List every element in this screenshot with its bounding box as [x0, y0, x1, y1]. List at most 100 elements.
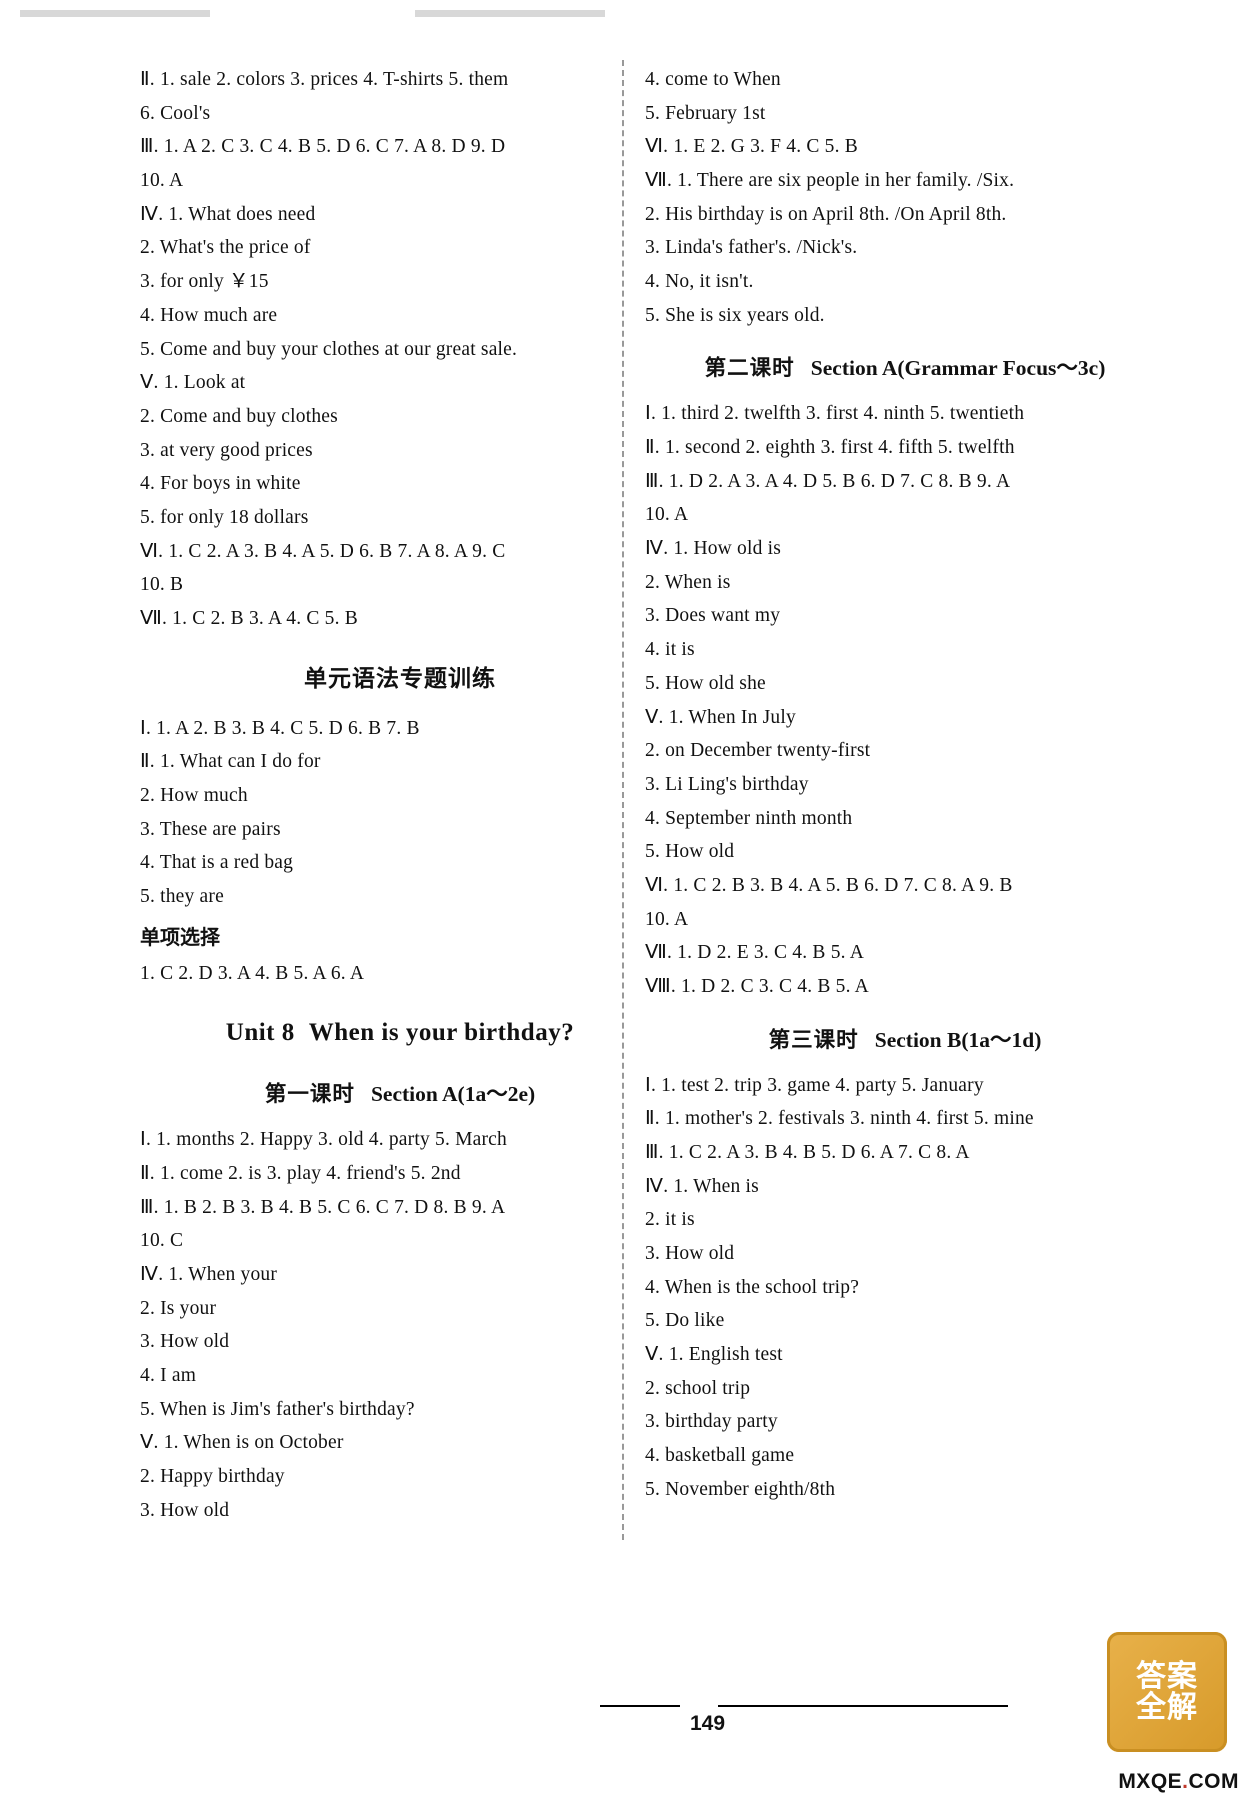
answer-line: 3. How old [140, 1331, 230, 1353]
answer-line: Ⅰ. 1. third 2. twelfth 3. first 4. ninth… [645, 403, 1025, 425]
answer-line: 2. How much [140, 784, 248, 806]
answer-line: 4. When is the school trip? [645, 1276, 860, 1298]
answer-line: 4. it is [645, 639, 695, 661]
answer-line: 3. Linda's father's. /Nick's. [645, 237, 858, 259]
answer-line: 5. How old she [645, 672, 766, 694]
content-columns: Ⅱ. 1. sale 2. colors 3. prices 4. T-shir… [0, 70, 1245, 1690]
top-bar-segment-left [20, 10, 210, 17]
answer-line: 3. for only ￥15 [140, 271, 269, 293]
watermark-text: MXQE.COM [1118, 1770, 1239, 1793]
lesson-3-title: 第三课时 Section B(1a～1d) [645, 1023, 1165, 1054]
answer-line: 5. Come and buy your clothes at our grea… [140, 338, 518, 360]
answer-key-page: Ⅱ. 1. sale 2. colors 3. prices 4. T-shir… [0, 0, 1245, 1800]
answer-line: Ⅱ. 1. second 2. eighth 3. first 4. fifth… [645, 437, 1015, 458]
page-number: 149 [690, 1712, 726, 1735]
answer-line: 4. come to When [645, 69, 781, 90]
lesson-1-section: Section A(1a～2e) [370, 1082, 536, 1107]
answer-line: 5. November eighth/8th [645, 1478, 836, 1500]
answer-line: 2. school trip [645, 1377, 751, 1399]
answer-line: 5. February 1st [645, 102, 766, 124]
answer-line: Ⅱ. 1. come 2. is 3. play 4. friend's 5. … [140, 1162, 461, 1184]
answer-line: 2. Come and buy clothes [140, 405, 338, 427]
top-decoration-bar [0, 0, 1245, 26]
answer-line: Ⅶ. 1. C 2. B 3. A 4. C 5. B [140, 608, 358, 629]
answer-line: 6. Cool's [140, 102, 211, 124]
answer-line: Ⅱ. 1. mother's 2. festivals 3. ninth 4. … [645, 1108, 1034, 1130]
answer-line: 2. Is your [140, 1297, 217, 1319]
answer-line: Ⅳ. 1. When your [140, 1263, 278, 1285]
lesson-1-title: 第一课时 Section A(1a～2e) [140, 1077, 660, 1108]
answer-line: Ⅵ. 1. C 2. A 3. B 4. A 5. D 6. B 7. A 8.… [140, 540, 506, 562]
answer-line: 5. How old [645, 841, 735, 863]
answer-line: 5. Do like [645, 1310, 725, 1332]
lesson-2-title: 第二课时 Section A(Grammar Focus～3c) [645, 351, 1165, 382]
answer-line: Ⅵ. 1. E 2. G 3. F 4. C 5. B [645, 136, 858, 158]
answer-line: 4. That is a red bag [140, 852, 294, 874]
answer-line: Ⅰ. 1. A 2. B 3. B 4. C 5. D 6. B 7. B [140, 717, 420, 739]
page-rule-left [600, 1705, 680, 1707]
answer-line: Ⅲ. 1. D 2. A 3. A 4. D 5. B 6. D 7. C 8.… [645, 470, 1011, 492]
answer-line: 3. at very good prices [140, 439, 313, 461]
right-column: 4. come to When 5. February 1st Ⅵ. 1. E … [645, 70, 1165, 1513]
answer-line: 5. they are [140, 885, 224, 907]
answer-line: 2. What's the price of [140, 237, 311, 259]
answer-line: Ⅲ. 1. A 2. C 3. C 4. B 5. D 6. C 7. A 8.… [140, 136, 506, 158]
answer-line: 4. September ninth month [645, 807, 853, 829]
answer-line: Ⅲ. 1. B 2. B 3. B 4. B 5. C 6. C 7. D 8.… [140, 1196, 506, 1218]
answer-line: Ⅳ. 1. When is [645, 1175, 759, 1197]
answer-line: Ⅶ. 1. D 2. E 3. C 4. B 5. A [645, 942, 864, 964]
lesson-2-prefix: 第二课时 [704, 356, 795, 381]
answer-line: 2. When is [645, 571, 731, 593]
lesson-1-prefix: 第一课时 [264, 1082, 355, 1107]
answer-line: 2. it is [645, 1209, 695, 1231]
unit-title: Unit 8 When is your birthday? [140, 1019, 660, 1047]
answer-line: 10. A [645, 504, 689, 526]
answer-line: 4. How much are [140, 304, 278, 326]
answer-line: 4. For boys in white [140, 473, 301, 495]
answer-line: 5. She is six years old. [645, 304, 825, 326]
answer-line: Ⅰ. 1. months 2. Happy 3. old 4. party 5.… [140, 1129, 507, 1151]
answer-line: Ⅲ. 1. C 2. A 3. B 4. B 5. D 6. A 7. C 8.… [645, 1141, 970, 1163]
answer-key-stamp: 答案 全解 [1107, 1632, 1227, 1752]
unit-number: Unit 8 [225, 1019, 295, 1047]
answer-line: 10. C [140, 1230, 184, 1252]
answer-line: 10. B [140, 574, 184, 596]
answer-line: 4. I am [140, 1364, 197, 1386]
answer-line: 3. birthday party [645, 1411, 778, 1433]
answer-line: 2. on December twenty-first [645, 740, 871, 762]
grammar-training-heading-text: 单元语法专题训练 [304, 664, 496, 691]
answer-line: Ⅱ. 1. What can I do for [140, 751, 321, 773]
top-bar-segment-right [415, 10, 605, 17]
answer-line: 5. When is Jim's father's birthday? [140, 1398, 415, 1420]
answer-line: 5. for only 18 dollars [140, 506, 309, 528]
answer-line: Ⅱ. 1. sale 2. colors 3. prices 4. T-shir… [140, 69, 509, 90]
unit-name: When is your birthday? [308, 1019, 575, 1047]
answer-line: 10. A [140, 170, 184, 192]
answer-line: Ⅳ. 1. What does need [140, 203, 316, 225]
answer-line: Ⅴ. 1. When is on October [140, 1432, 344, 1454]
answer-line: 3. How old [645, 1242, 735, 1264]
answer-line: 4. No, it isn't. [645, 271, 754, 293]
answer-line: 3. These are pairs [140, 818, 281, 840]
answer-line: Ⅴ. 1. English test [645, 1344, 783, 1365]
multiple-choice-heading: 单项选择 [140, 926, 220, 949]
lesson-3-prefix: 第三课时 [768, 1027, 859, 1052]
page-rule-right [718, 1705, 1008, 1707]
answer-line: 3. Li Ling's birthday [645, 773, 809, 795]
answer-line: 2. Happy birthday [140, 1466, 285, 1487]
grammar-training-heading: 单元语法专题训练 [140, 659, 660, 693]
answer-line: 2. His birthday is on April 8th. /On Apr… [645, 203, 1007, 225]
lesson-2-section: Section A(Grammar Focus～3c) [810, 356, 1106, 381]
answer-line: Ⅵ. 1. C 2. B 3. B 4. A 5. B 6. D 7. C 8.… [645, 874, 1013, 896]
lesson-3-section: Section B(1a～1d) [874, 1027, 1042, 1052]
answer-line: Ⅷ. 1. D 2. C 3. C 4. B 5. A [645, 976, 869, 997]
answer-line: 10. A [645, 908, 689, 930]
answer-line: Ⅴ. 1. Look at [140, 372, 246, 394]
answer-line: Ⅶ. 1. There are six people in her family… [645, 170, 1015, 192]
answer-line: 1. C 2. D 3. A 4. B 5. A 6. A [140, 962, 365, 984]
answer-line: Ⅰ. 1. test 2. trip 3. game 4. party 5. J… [645, 1074, 984, 1096]
answer-line: 3. Does want my [645, 605, 781, 627]
answer-line: 4. basketball game [645, 1445, 795, 1467]
left-column: Ⅱ. 1. sale 2. colors 3. prices 4. T-shir… [140, 70, 660, 1534]
answer-line: 3. How old [140, 1499, 230, 1521]
